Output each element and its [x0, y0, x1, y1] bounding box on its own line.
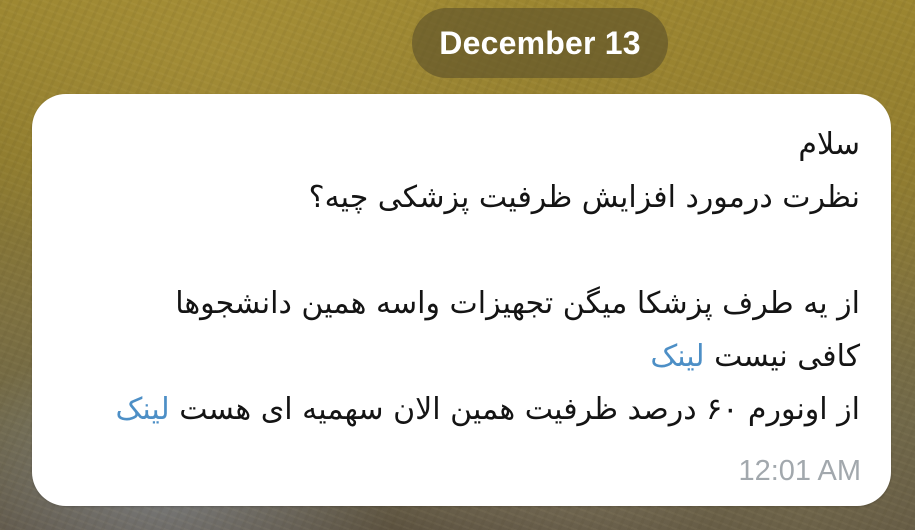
date-separator: December 13: [412, 8, 668, 78]
message-text: سلام نظرت درمورد افزایش ظرفیت پزشکی چیه؟…: [50, 118, 860, 436]
message-line-greeting: سلام: [798, 127, 860, 162]
message-timestamp: 12:01 AM: [738, 455, 861, 487]
message-line-argument-3: از اونورم ۶۰ درصد ظرفیت همین الان سهمیه …: [50, 383, 860, 436]
message-line-argument-3-text: از اونورم ۶۰ درصد ظرفیت همین الان سهمیه …: [179, 392, 860, 427]
message-link-2[interactable]: لینک: [116, 392, 170, 427]
message-bubble[interactable]: سلام نظرت درمورد افزایش ظرفیت پزشکی چیه؟…: [32, 94, 891, 506]
message-line-argument-1: از یه طرف پزشکا میگن تجهیزات واسه همین د…: [175, 286, 860, 321]
message-line-question: نظرت درمورد افزایش ظرفیت پزشکی چیه؟: [308, 180, 860, 215]
date-label: December 13: [439, 24, 641, 61]
message-link-1[interactable]: لینک: [650, 339, 704, 374]
message-line-argument-2-text: کافی نیست: [714, 339, 860, 374]
message-line-argument-2: کافی نیست لینک: [50, 330, 860, 383]
